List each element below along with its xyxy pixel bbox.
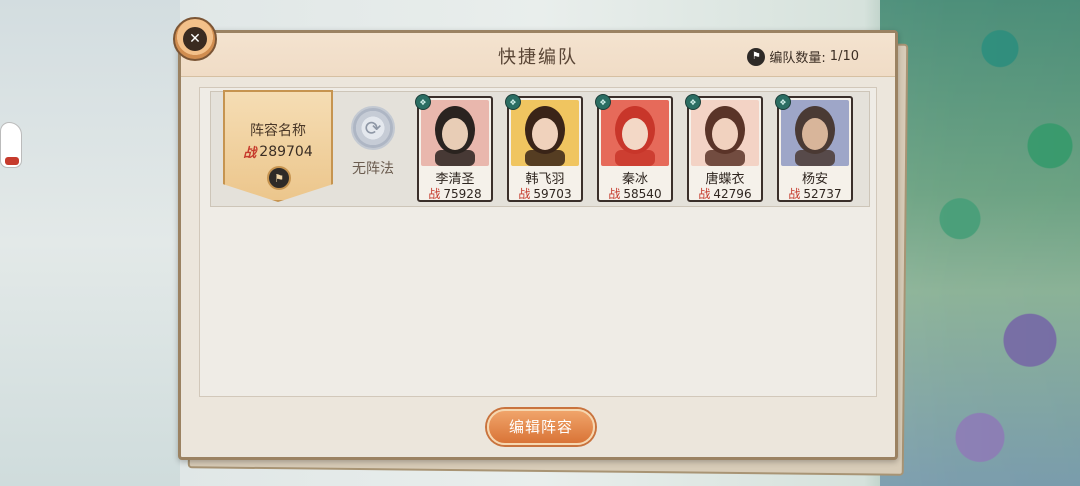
hero-portrait — [511, 100, 579, 166]
hero-card[interactable]: ❖ 杨安战 52737 — [775, 94, 853, 202]
hero-card[interactable]: ❖ 李清圣战 75928 — [415, 94, 493, 202]
hero-power-prefix: 战 — [698, 187, 711, 201]
element-badge-icon: ❖ — [685, 94, 701, 110]
hero-card[interactable]: ❖ 唐蝶衣战 42796 — [685, 94, 763, 202]
hero-power-value: 59703 — [533, 187, 572, 201]
team-count-value: 1/10 — [829, 49, 859, 64]
quick-team-panel: 快捷编队 ⚑ 编队数量: 1/10 ✕ 阵容名称 战 289704 ⚑ ⟳ 无阵… — [173, 17, 898, 460]
element-badge-icon: ❖ — [595, 94, 611, 110]
hero-portrait — [421, 100, 489, 166]
mascot-sprite[interactable] — [0, 122, 22, 168]
hero-power-value: 58540 — [623, 187, 662, 201]
brush-icon: ✕ — [183, 27, 207, 51]
team-row[interactable]: 阵容名称 战 289704 ⚑ ⟳ 无阵法 ❖ 李清圣战 75928 ❖ 韩飞羽战 597… — [210, 90, 870, 207]
hero-power: 战 52737 — [779, 185, 851, 202]
team-count: ⚑ 编队数量: 1/10 — [747, 47, 859, 66]
hero-power-value: 75928 — [443, 187, 482, 201]
hero-portrait — [691, 100, 759, 166]
team-count-label: 编队数量: — [769, 51, 826, 66]
element-badge-icon: ❖ — [415, 94, 431, 110]
hero-power: 战 42796 — [689, 185, 761, 202]
background-scenery-left — [0, 0, 180, 486]
formation-label: 无阵法 — [352, 161, 394, 177]
hero-power: 战 58540 — [599, 185, 671, 202]
formation-slot[interactable]: ⟳ 无阵法 — [343, 106, 403, 178]
hero-power-prefix: 战 — [608, 187, 621, 201]
team-name: 阵容名称 — [250, 123, 306, 139]
element-badge-icon: ❖ — [505, 94, 521, 110]
hero-power-prefix: 战 — [788, 187, 801, 201]
background-scenery-right — [880, 0, 1080, 486]
flag-icon: ⚑ — [747, 47, 766, 66]
power-icon: 战 — [243, 146, 257, 161]
team-flag-button[interactable]: ⚑ — [267, 166, 291, 190]
hero-portrait — [601, 100, 669, 166]
panel-header: 快捷编队 ⚑ 编队数量: 1/10 — [181, 33, 895, 77]
hero-power-value: 52737 — [803, 187, 842, 201]
element-badge-icon: ❖ — [775, 94, 791, 110]
edit-team-button[interactable]: 编辑阵容 — [487, 409, 595, 445]
hero-power: 战 59703 — [509, 185, 581, 202]
hero-portrait — [781, 100, 849, 166]
formation-icon: ⟳ — [351, 106, 395, 150]
hero-power-prefix: 战 — [428, 187, 441, 201]
team-power: 战 289704 — [225, 142, 331, 162]
close-button[interactable]: ✕ — [173, 17, 217, 61]
hero-power-prefix: 战 — [518, 187, 531, 201]
hero-power-value: 42796 — [713, 187, 752, 201]
team-power-value: 289704 — [259, 143, 313, 160]
hero-card[interactable]: ❖ 韩飞羽战 59703 — [505, 94, 583, 202]
hero-card[interactable]: ❖ 秦冰战 58540 — [595, 94, 673, 202]
hero-power: 战 75928 — [419, 185, 491, 202]
team-name-card[interactable]: 阵容名称 战 289704 ⚑ — [223, 90, 333, 202]
